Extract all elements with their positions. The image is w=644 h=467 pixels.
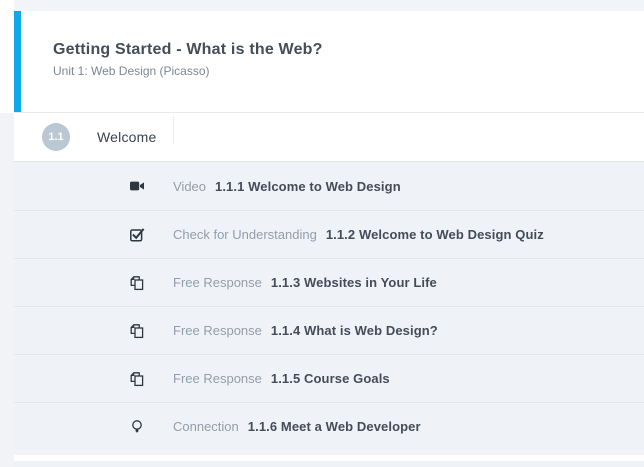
accent-bar [14,11,21,112]
item-type-label: Check for Understanding [173,227,317,242]
page-subtitle: Unit 1: Web Design (Picasso) [53,64,323,78]
item-type-label: Free Response [173,275,262,290]
item-title-link[interactable]: 1.1.1 Welcome to Web Design [215,179,401,194]
next-item-row-edge [14,461,644,467]
item-type-label: Free Response [173,371,262,386]
lesson-item-row[interactable]: Check for Understanding 1.1.2 Welcome to… [14,210,644,258]
lesson-item-row[interactable]: Video 1.1.1 Welcome to Web Design [14,162,644,210]
video-camera-icon [129,178,145,194]
pages-copy-icon [129,371,145,387]
lesson-item-row[interactable]: Connection 1.1.6 Meet a Web Developer [14,402,644,450]
lesson-items-list: Video 1.1.1 Welcome to Web Design Check … [14,162,644,450]
item-title-link[interactable]: 1.1.5 Course Goals [271,371,390,386]
item-title-link[interactable]: 1.1.4 What is Web Design? [271,323,438,338]
pages-copy-icon [129,275,145,291]
item-title-link[interactable]: 1.1.6 Meet a Web Developer [248,419,421,434]
section-divider [173,116,174,144]
item-type-label: Video [173,179,206,194]
section-number-badge: 1.1 [42,123,70,151]
item-title-link[interactable]: 1.1.3 Websites in Your Life [271,275,437,290]
lesson-item-row[interactable]: Free Response 1.1.3 Websites in Your Lif… [14,258,644,306]
previous-section-row-edge [14,0,644,11]
lesson-item-row[interactable]: Free Response 1.1.5 Course Goals [14,354,644,402]
page-title: Getting Started - What is the Web? [53,41,323,59]
lesson-item-row[interactable]: Free Response 1.1.4 What is Web Design? [14,306,644,354]
item-type-label: Free Response [173,323,262,338]
section-name: Welcome [97,129,157,145]
section-header-row[interactable]: 1.1 Welcome [14,113,644,162]
lightbulb-icon [129,419,145,435]
item-title-link[interactable]: 1.1.2 Welcome to Web Design Quiz [326,227,544,242]
checkbox-check-icon [129,227,145,243]
lesson-header-card: Getting Started - What is the Web? Unit … [14,11,644,113]
item-type-label: Connection [173,419,239,434]
pages-copy-icon [129,323,145,339]
